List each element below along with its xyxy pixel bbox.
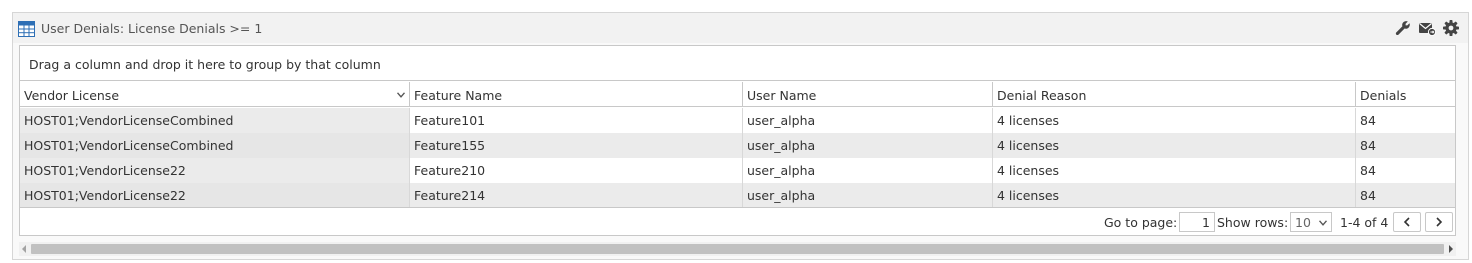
cell-feature-name: Feature210: [410, 158, 743, 183]
previous-page-button[interactable]: [1393, 212, 1421, 232]
show-rows-label: Show rows:: [1217, 215, 1289, 230]
cell-vendor-license: HOST01;VendorLicense22: [20, 183, 410, 208]
scroll-left-icon[interactable]: [21, 245, 27, 253]
data-grid: Drag a column and drop it here to group …: [19, 45, 1456, 236]
gear-icon[interactable]: [1442, 19, 1460, 37]
rows-per-page-select[interactable]: 10: [1290, 212, 1332, 232]
cell-denial-reason: 4 licenses: [993, 183, 1356, 208]
go-to-page-label: Go to page:: [1104, 215, 1178, 230]
cell-denials: 84: [1360, 163, 1376, 178]
page-number-input[interactable]: [1179, 212, 1215, 232]
table-row[interactable]: HOST01;VendorLicenseCombined Feature155 …: [20, 133, 1455, 158]
email-icon[interactable]: [1418, 19, 1437, 37]
cell-feature-name: Feature155: [410, 133, 743, 158]
header-toolbar: [1394, 18, 1460, 38]
chevron-down-icon[interactable]: [397, 92, 405, 98]
cell-denial-reason: 4 licenses: [993, 108, 1356, 133]
cell-denials: 84: [1360, 113, 1376, 128]
cell-feature-name: Feature101: [410, 108, 743, 133]
cell-denials: 84: [1360, 188, 1376, 203]
column-header-denials[interactable]: Denials: [1356, 82, 1455, 107]
cell-user-name: user_alpha: [743, 133, 993, 158]
scroll-right-icon[interactable]: [1448, 245, 1454, 253]
cell-vendor-license: HOST01;VendorLicense22: [20, 158, 410, 183]
group-drop-zone[interactable]: Drag a column and drop it here to group …: [20, 46, 1455, 81]
table-header: Vendor License Feature Name User Name De…: [20, 82, 1455, 107]
cell-vendor-license: HOST01;VendorLicenseCombined: [20, 133, 410, 158]
group-hint: Drag a column and drop it here to group …: [29, 57, 381, 72]
table-icon: [18, 21, 35, 37]
horizontal-scrollbar[interactable]: [19, 242, 1456, 256]
panel-header: User Denials: License Denials >= 1: [13, 13, 1468, 43]
cell-user-name: user_alpha: [743, 183, 993, 208]
widget-panel: User Denials: License Denials >= 1 Drag …: [12, 12, 1469, 260]
cell-vendor-license: HOST01;VendorLicenseCombined: [20, 108, 410, 133]
chevron-right-icon: [1436, 217, 1443, 227]
chevron-left-icon: [1403, 217, 1410, 227]
column-header-user-name[interactable]: User Name: [743, 82, 993, 107]
cell-denial-reason: 4 licenses: [993, 133, 1356, 158]
wrench-icon[interactable]: [1394, 19, 1412, 37]
chevron-down-icon: [1319, 220, 1327, 226]
column-header-feature-name[interactable]: Feature Name: [410, 82, 743, 107]
cell-denials: 84: [1360, 138, 1376, 153]
page-range: 1-4 of 4: [1340, 215, 1389, 230]
cell-feature-name: Feature214: [410, 183, 743, 208]
cell-denial-reason: 4 licenses: [993, 158, 1356, 183]
cell-user-name: user_alpha: [743, 158, 993, 183]
next-page-button[interactable]: [1425, 212, 1453, 232]
column-header-denial-reason[interactable]: Denial Reason: [993, 82, 1356, 107]
table-row[interactable]: HOST01;VendorLicense22 Feature214 user_a…: [20, 183, 1455, 208]
scrollbar-thumb[interactable]: [31, 244, 1444, 254]
column-header-vendor-license[interactable]: Vendor License: [20, 82, 410, 107]
table-row[interactable]: HOST01;VendorLicenseCombined Feature101 …: [20, 108, 1455, 133]
cell-user-name: user_alpha: [743, 108, 993, 133]
table-row[interactable]: HOST01;VendorLicense22 Feature210 user_a…: [20, 158, 1455, 183]
panel-title: User Denials: License Denials >= 1: [41, 21, 263, 36]
pager: Go to page: Show rows: 10 1-4 of 4: [20, 207, 1455, 235]
